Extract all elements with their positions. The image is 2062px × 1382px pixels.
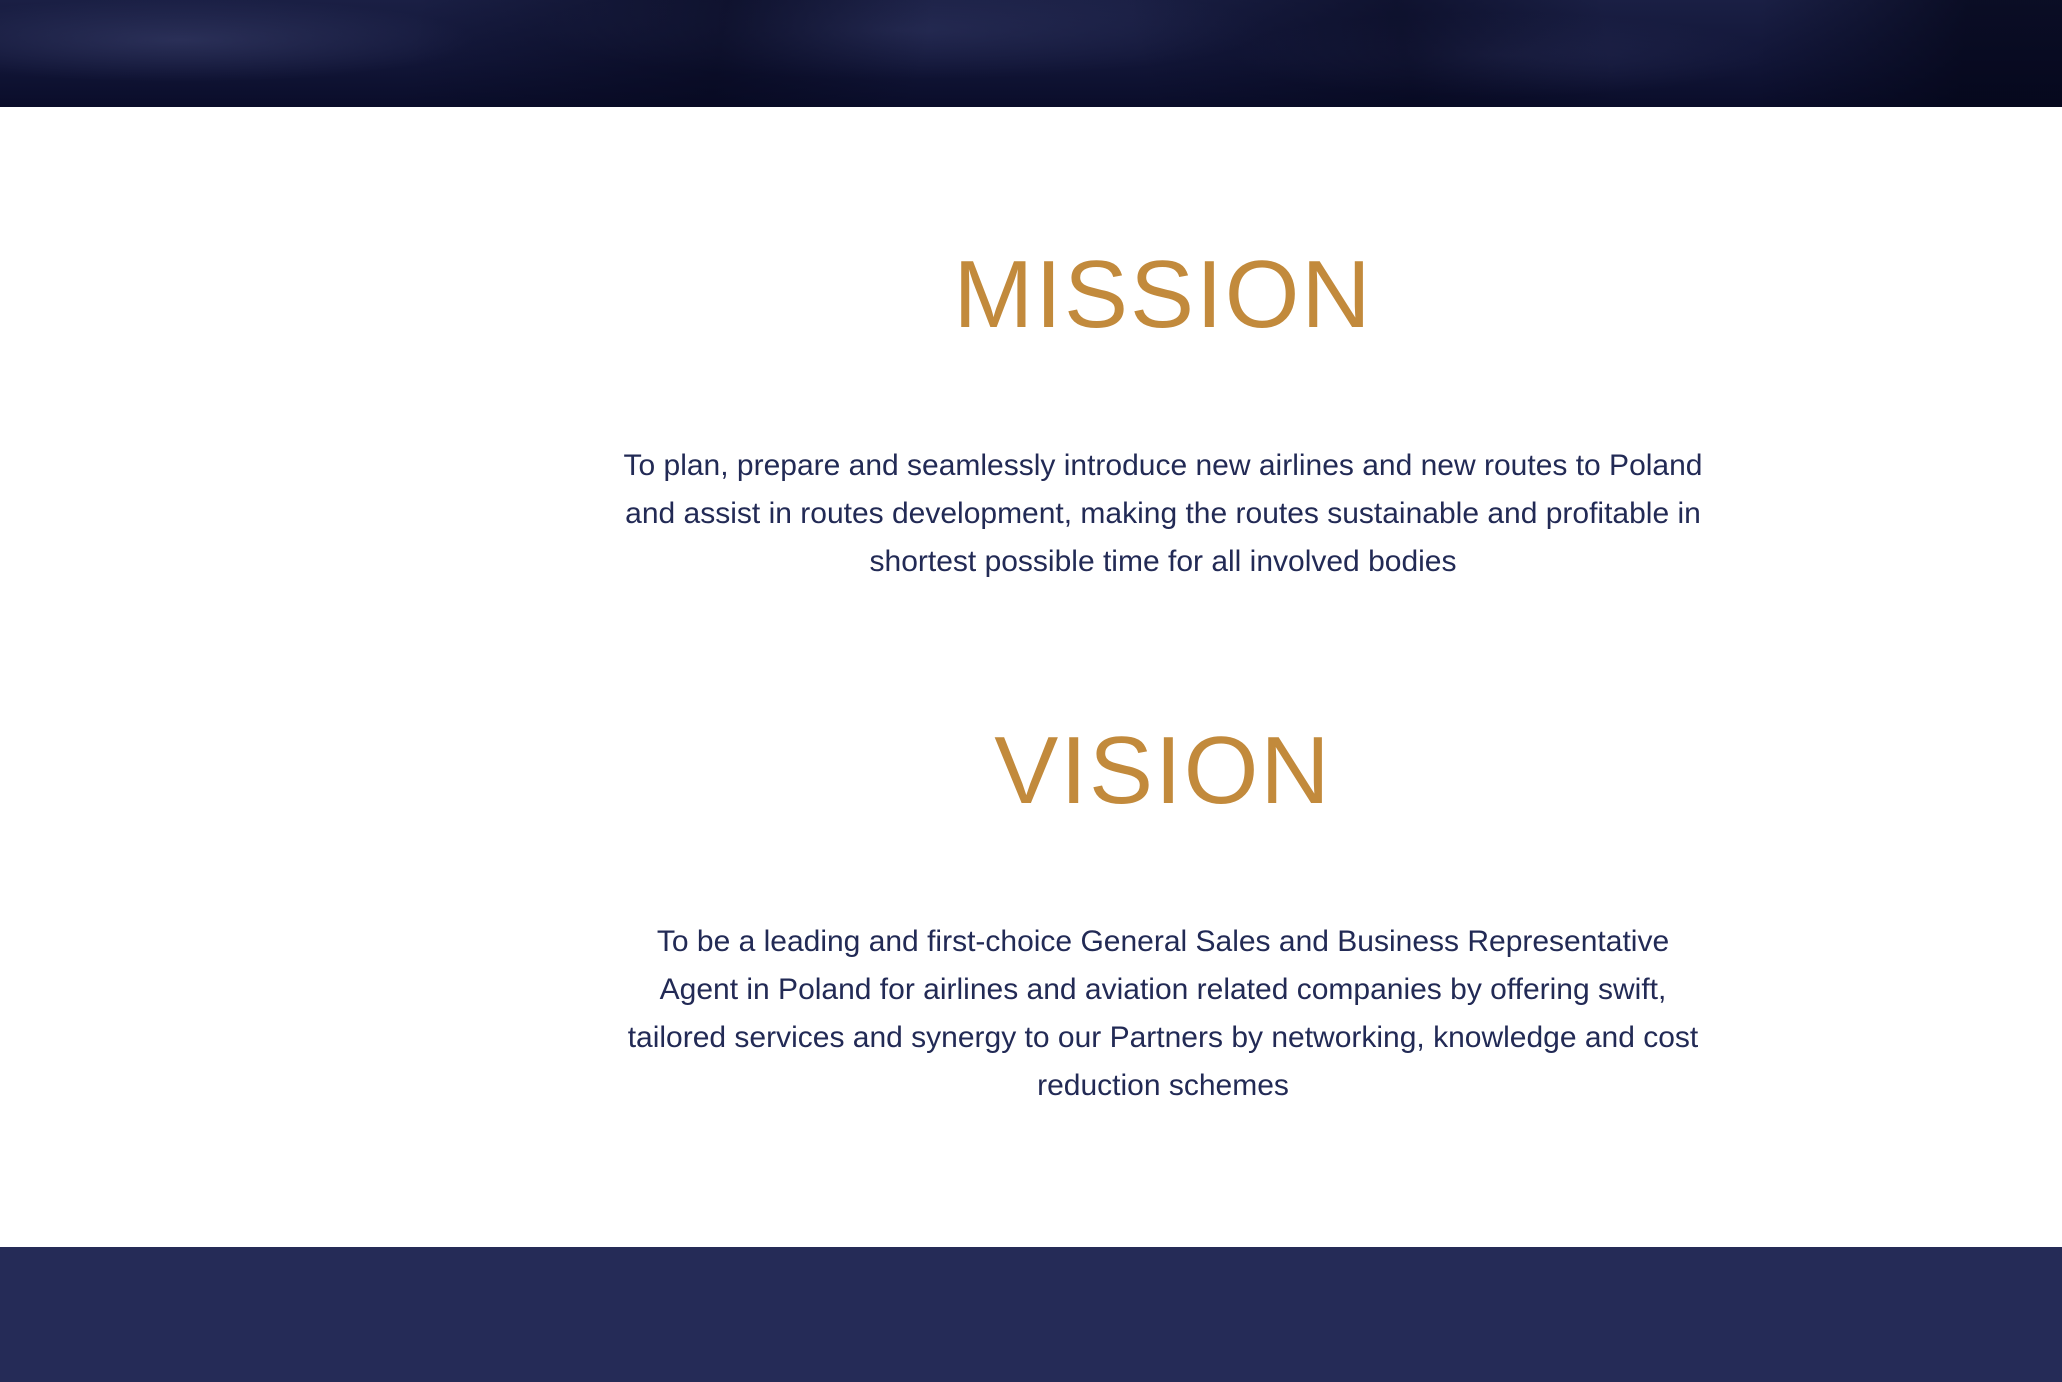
vision-heading: VISION [994, 717, 1332, 824]
mission-section: MISSION To plan, prepare and seamlessly … [600, 247, 1726, 586]
vision-section: VISION To be a leading and first-choice … [600, 723, 1726, 1110]
mission-heading: MISSION [953, 241, 1373, 348]
header-banner-image [0, 0, 2062, 107]
mission-text: To plan, prepare and seamlessly introduc… [623, 449, 1703, 578]
main-content: MISSION To plan, prepare and seamlessly … [0, 107, 2062, 1247]
banner-wave-texture [0, 0, 2062, 107]
footer-band [0, 1247, 2062, 1382]
vision-text: To be a leading and first-choice General… [627, 925, 1699, 1102]
